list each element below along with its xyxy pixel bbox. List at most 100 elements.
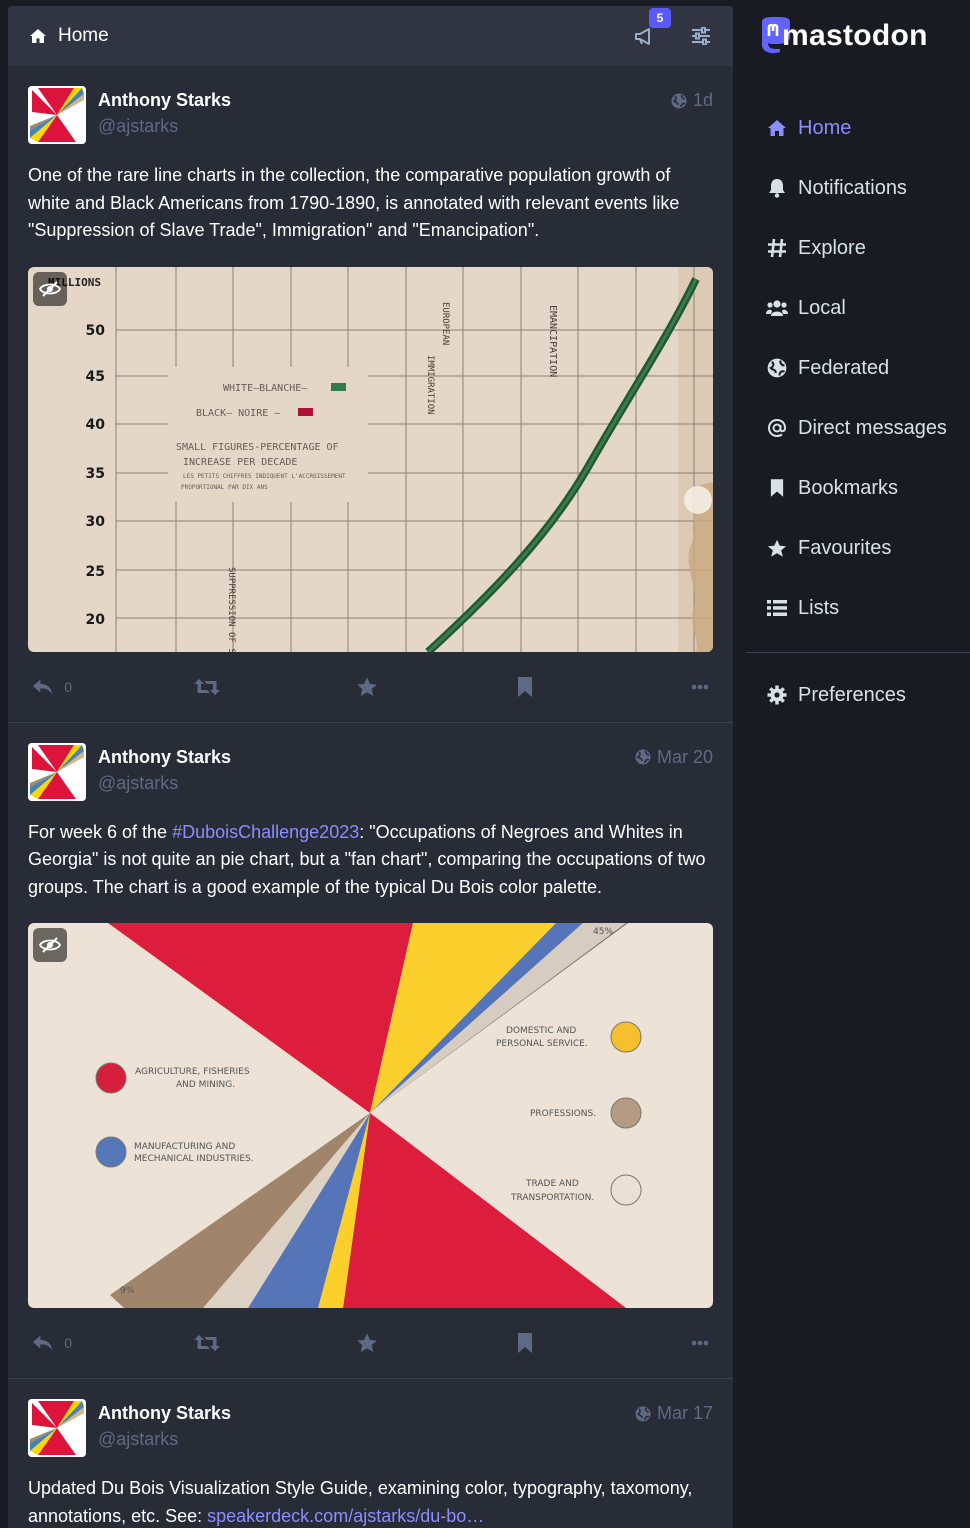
bookmark-button[interactable] bbox=[517, 676, 557, 697]
status-action-bar: 0 bbox=[28, 652, 713, 722]
more-button[interactable] bbox=[679, 1340, 709, 1346]
note-line: PROPORTIONAL PAR DIX ANS bbox=[181, 484, 268, 491]
display-name[interactable]: Anthony Starks bbox=[98, 745, 231, 769]
nav-item-explore[interactable]: Explore bbox=[746, 218, 970, 278]
status-action-bar: 0 bbox=[28, 1308, 713, 1378]
users-icon bbox=[766, 300, 788, 316]
account-handle[interactable]: @ajstarks bbox=[98, 769, 231, 797]
note-line: INCREASE PER DECADE bbox=[183, 457, 297, 468]
y-tick: 20 bbox=[86, 612, 106, 628]
hashtag-icon bbox=[768, 238, 786, 258]
account-handle[interactable]: @ajstarks bbox=[98, 112, 231, 140]
annotation: EUROPEAN bbox=[440, 302, 450, 345]
nav-item-bookmarks[interactable]: Bookmarks bbox=[746, 458, 970, 518]
hide-media-button[interactable] bbox=[33, 928, 67, 962]
y-tick: 50 bbox=[86, 323, 106, 339]
reply-button[interactable]: 0 bbox=[32, 677, 72, 697]
ellipsis-icon bbox=[691, 1340, 709, 1346]
annotation: EMANCIPATION bbox=[547, 305, 558, 377]
post-timestamp[interactable]: Mar 17 bbox=[635, 1403, 713, 1424]
nav-item-lists[interactable]: Lists bbox=[746, 578, 970, 638]
note-line: LES PETITS CHIFFRES INDIQUENT L'ACCROISS… bbox=[183, 473, 346, 480]
media-attachment[interactable]: 45% 9% AGRICULTURE, FISHERIES AND MINING… bbox=[28, 923, 713, 1308]
hashtag-link[interactable]: #DuboisChallenge2023 bbox=[172, 822, 359, 842]
hide-media-button[interactable] bbox=[33, 271, 67, 306]
bookmark-button[interactable] bbox=[517, 1333, 557, 1353]
reply-button[interactable]: 0 bbox=[32, 1333, 72, 1353]
more-button[interactable] bbox=[679, 684, 709, 690]
bell-icon bbox=[769, 179, 785, 198]
post-timestamp[interactable]: 1d bbox=[671, 90, 713, 111]
favourite-button[interactable] bbox=[356, 677, 396, 697]
bookmark-icon bbox=[770, 479, 784, 497]
y-tick: 45 bbox=[86, 369, 105, 385]
list-icon bbox=[767, 600, 787, 616]
megaphone-icon bbox=[635, 28, 650, 45]
post-timestamp[interactable]: Mar 20 bbox=[635, 747, 713, 768]
column-title[interactable]: Home bbox=[58, 25, 109, 47]
retweet-icon bbox=[193, 678, 220, 695]
y-tick: 40 bbox=[86, 417, 106, 433]
favourite-button[interactable] bbox=[356, 1333, 396, 1353]
legend-black: BLACK— NOIRE — bbox=[196, 408, 281, 419]
bookmark-icon bbox=[518, 1333, 533, 1353]
avatar[interactable] bbox=[28, 1399, 86, 1457]
star-icon bbox=[767, 539, 787, 557]
retweet-icon bbox=[193, 1335, 220, 1351]
chart-label: TRANSPORTATION. bbox=[510, 1193, 594, 1203]
chart-label: AND MINING. bbox=[176, 1080, 235, 1090]
line-chart-image: MILLIONS 50 45 40 35 30 25 20 WHITE—BLAN… bbox=[28, 266, 713, 652]
sliders-icon bbox=[692, 27, 710, 45]
status-post[interactable]: Anthony Starks @ajstarks 1d One of the r… bbox=[8, 66, 733, 723]
column-settings-button[interactable] bbox=[687, 22, 715, 50]
status-post[interactable]: Anthony Starks @ajstarks Mar 20 For week… bbox=[8, 723, 733, 1379]
media-attachment[interactable]: MILLIONS 50 45 40 35 30 25 20 WHITE—BLAN… bbox=[28, 266, 713, 652]
gear-icon bbox=[767, 685, 787, 705]
nav-item-notifications[interactable]: Notifications bbox=[746, 158, 970, 218]
nav-item-local[interactable]: Local bbox=[746, 278, 970, 338]
star-icon bbox=[356, 677, 377, 696]
boost-button[interactable] bbox=[193, 678, 234, 696]
nav-item-preferences[interactable]: Preferences bbox=[746, 665, 970, 725]
nav-divider bbox=[746, 652, 970, 653]
announcements-badge: 5 bbox=[649, 8, 671, 28]
avatar[interactable] bbox=[28, 86, 86, 144]
chart-label: TRADE AND bbox=[525, 1179, 579, 1189]
reply-icon bbox=[32, 1335, 53, 1351]
nav-item-federated[interactable]: Federated bbox=[746, 338, 970, 398]
mastodon-logo[interactable]: mastodon bbox=[758, 16, 928, 56]
account-handle[interactable]: @ajstarks bbox=[98, 1425, 231, 1453]
external-link[interactable]: speakerdeck.com/ajstarks/du-bo… bbox=[207, 1506, 484, 1526]
display-name[interactable]: Anthony Starks bbox=[98, 88, 231, 112]
announcements-button[interactable]: 5 bbox=[631, 8, 671, 50]
column-header: Home 5 bbox=[8, 6, 733, 66]
home-column: Home 5 Anthony Starks @ajstarks 1d One o… bbox=[8, 6, 733, 1528]
nav-item-favourites[interactable]: Favourites bbox=[746, 518, 970, 578]
star-icon bbox=[356, 1333, 377, 1352]
globe-icon bbox=[671, 93, 687, 108]
home-icon bbox=[30, 29, 46, 43]
chart-label: 45% bbox=[593, 927, 613, 937]
chart-label: MECHANICAL INDUSTRIES. bbox=[134, 1154, 254, 1164]
eye-slash-icon bbox=[39, 280, 61, 297]
eye-slash-icon bbox=[39, 937, 61, 953]
avatar[interactable] bbox=[28, 742, 86, 801]
chart-label: MANUFACTURING AND bbox=[134, 1142, 235, 1152]
chart-label: AGRICULTURE, FISHERIES bbox=[135, 1067, 250, 1077]
legend-white: WHITE—BLANCHE— bbox=[223, 383, 308, 394]
globe-icon bbox=[767, 358, 787, 378]
nav-item-direct-messages[interactable]: Direct messages bbox=[746, 398, 970, 458]
annotation: IMMIGRATION bbox=[425, 355, 435, 415]
nav-item-home[interactable]: Home bbox=[746, 98, 970, 158]
y-tick: 25 bbox=[86, 564, 105, 580]
y-tick: 30 bbox=[86, 514, 106, 530]
boost-button[interactable] bbox=[193, 1334, 234, 1352]
chart-label: PERSONAL SERVICE. bbox=[496, 1039, 588, 1049]
y-tick: 35 bbox=[86, 466, 105, 482]
at-icon bbox=[767, 418, 787, 438]
home-icon bbox=[768, 120, 786, 136]
reply-icon bbox=[32, 679, 53, 694]
status-post[interactable]: Anthony Starks @ajstarks Mar 17 Updated … bbox=[8, 1379, 733, 1528]
display-name[interactable]: Anthony Starks bbox=[98, 1401, 231, 1425]
fan-chart-image: 45% 9% AGRICULTURE, FISHERIES AND MINING… bbox=[28, 923, 713, 1308]
